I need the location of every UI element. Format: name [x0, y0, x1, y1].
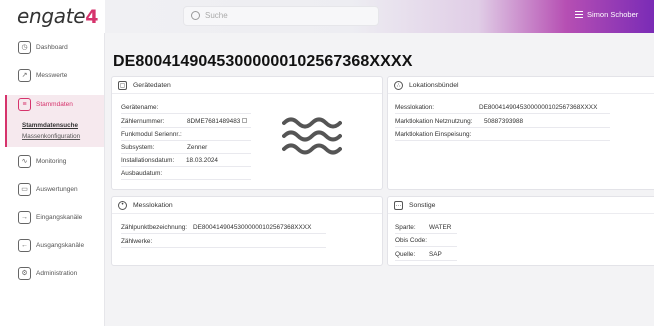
sparte-value: WATER: [429, 224, 452, 231]
logo-text: engate: [17, 4, 86, 28]
sidebar-item-label: Messwerte: [36, 71, 68, 79]
row-label: Messlokation:: [395, 104, 435, 111]
search-icon: [191, 11, 200, 20]
subsystem-value: Zenner: [187, 144, 208, 151]
sidebar-subitem-stammdatensuche[interactable]: Stammdatensuche: [22, 122, 78, 129]
sidebar-item-monitoring[interactable]: ∿ Monitoring: [18, 151, 66, 171]
sidebar-item-label: Monitoring: [36, 157, 67, 165]
sidebar-item-ausgangskanaele[interactable]: ← Ausgangskanäle: [18, 235, 84, 255]
card-geraetedaten: ▢ Gerätedaten Gerätename: Zählernummer: …: [111, 76, 383, 190]
zaehlpunkt-value: DE80041490453000000102567368XXXX: [193, 224, 312, 231]
sidebar-item-dashboard[interactable]: ◷ Dashboard: [18, 37, 68, 57]
row-label: Gerätename:: [121, 104, 159, 111]
card-title: Messlokation: [133, 201, 173, 209]
dashboard-icon: ◷: [18, 40, 31, 54]
sidebar-item-label: Eingangskanäle: [36, 213, 83, 221]
row-label: Sparte:: [395, 224, 416, 231]
menu-icon[interactable]: [575, 11, 583, 18]
row-label: Zählwerke:: [121, 238, 153, 245]
report-icon: ▭: [18, 182, 31, 196]
card-title: Lokationsbündel: [409, 81, 459, 89]
app-logo[interactable]: engate4: [17, 4, 99, 28]
logo-mark: 4: [85, 6, 99, 28]
chart-icon: ↗: [18, 68, 31, 82]
row-label: Funkmodul Seriennr.:: [121, 131, 182, 138]
copy-icon[interactable]: [242, 118, 248, 123]
device-icon: ▢: [118, 80, 127, 90]
sidebar-item-messwerte[interactable]: ↗ Messwerte: [18, 65, 67, 85]
sidebar: ◷ Dashboard ↗ Messwerte ≡ Stammdaten Sta…: [0, 33, 105, 326]
row-label: Marktlokation Einspeisung:: [395, 131, 472, 138]
settings-icon: ⚙: [18, 266, 31, 280]
top-bar: engate4 Suche Simon Schober: [0, 0, 654, 33]
installationsdatum-value: 18.03.2024: [186, 157, 218, 164]
quelle-value: SAP: [429, 251, 442, 258]
row-label: Ausbaudatum:: [121, 170, 163, 177]
card-header: ▢ Gerätedaten: [112, 77, 382, 94]
inbox-icon: →: [18, 210, 31, 224]
row-label: Marktlokation Netznutzung:: [395, 118, 473, 125]
card-header: ∴ Lokationsbündel: [388, 77, 654, 94]
location-bundle-icon: ∴: [394, 80, 403, 90]
sidebar-item-auswertungen[interactable]: ▭ Auswertungen: [18, 179, 78, 199]
row-label: Obis Code:: [395, 237, 427, 244]
card-header: … Sonstige: [388, 197, 654, 214]
monitor-icon: ∿: [18, 154, 31, 168]
sidebar-item-stammdaten[interactable]: ≡ Stammdaten: [18, 94, 73, 114]
card-title: Gerätedaten: [133, 81, 171, 89]
messlokation-value[interactable]: DE80041490453000000102567368XXXX: [479, 104, 597, 111]
marktlokation-netznutzung-value[interactable]: 50887393988: [484, 118, 523, 125]
water-icon: [282, 117, 342, 155]
sidebar-subitem-massenkonfiguration[interactable]: Massenkonfiguration: [22, 133, 80, 140]
search-placeholder: Suche: [205, 11, 228, 20]
database-icon: ≡: [18, 97, 31, 111]
location-pin-icon: •: [118, 200, 127, 210]
row-label: Zählernummer:: [121, 118, 165, 125]
search-input[interactable]: Suche: [183, 6, 379, 26]
sidebar-item-label: Stammdaten: [36, 100, 73, 108]
misc-icon: …: [394, 200, 403, 210]
sidebar-item-administration[interactable]: ⚙ Administration: [18, 263, 77, 283]
outbox-icon: ←: [18, 238, 31, 252]
row-label: Installationsdatum:: [121, 157, 175, 164]
row-label: Zählpunktbezeichnung:: [121, 224, 188, 231]
sidebar-item-eingangskanaele[interactable]: → Eingangskanäle: [18, 207, 82, 227]
card-sonstige: … Sonstige Sparte: WATER Obis Code: Quel…: [387, 196, 654, 266]
page-title: DE80041490453000000102567368XXXX: [113, 53, 413, 70]
sidebar-item-label: Dashboard: [36, 43, 68, 51]
card-title: Sonstige: [409, 201, 436, 209]
user-name[interactable]: Simon Schober: [587, 10, 638, 19]
sidebar-item-label: Administration: [36, 269, 78, 277]
zaehlernummer-value: 8DME7681489483: [187, 118, 248, 125]
row-label: Subsystem:: [121, 144, 155, 151]
card-lokationsbuendel: ∴ Lokationsbündel Messlokation: DE800414…: [387, 76, 654, 190]
card-messlokation: • Messlokation Zählpunktbezeichnung: DE8…: [111, 196, 383, 266]
card-header: • Messlokation: [112, 197, 382, 214]
sidebar-item-label: Ausgangskanäle: [36, 241, 85, 249]
sidebar-item-label: Auswertungen: [36, 185, 78, 193]
row-label: Quelle:: [395, 251, 416, 258]
